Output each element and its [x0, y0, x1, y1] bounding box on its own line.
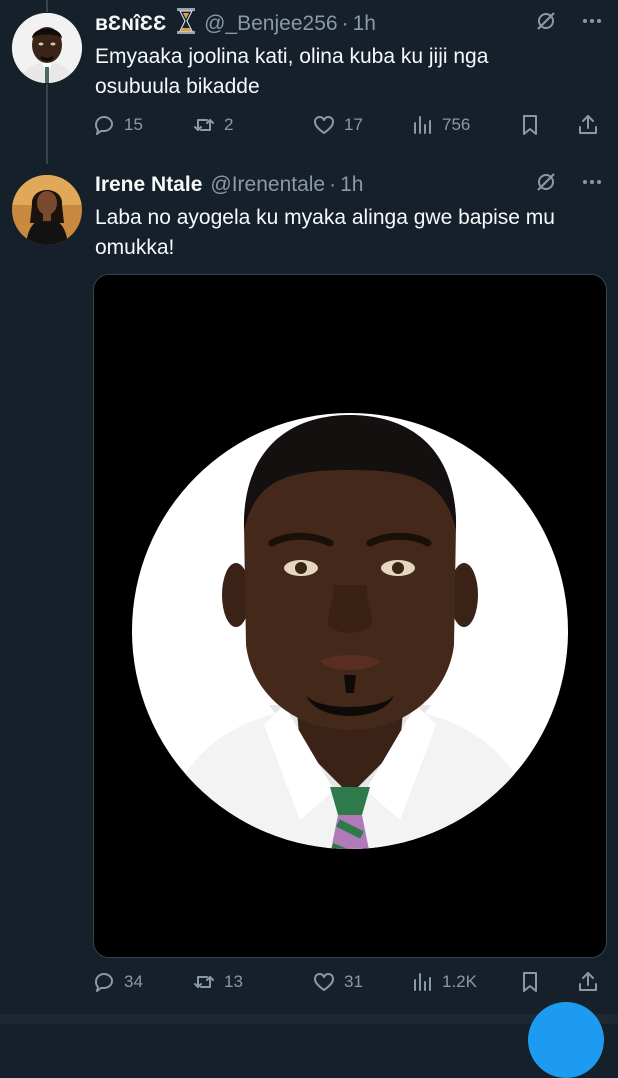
avatar[interactable]	[12, 13, 82, 83]
views-count: 1.2K	[442, 972, 477, 991]
tweet-actions: 34 13 31 1.2K	[92, 967, 604, 997]
share-icon	[579, 972, 597, 991]
reply-button[interactable]: 34	[92, 970, 192, 994]
grok-icon[interactable]	[534, 170, 558, 200]
views-button[interactable]: 1.2K	[410, 970, 518, 994]
like-icon	[314, 116, 334, 134]
reply-icon	[95, 973, 113, 992]
reply-button[interactable]: 15	[92, 113, 192, 137]
tweet-text-line: osubuula bikadde	[95, 75, 260, 98]
user-handle[interactable]: @Irenentale	[210, 173, 325, 197]
tweet-actions: 15 2 17 756	[92, 110, 604, 140]
reply-count: 34	[124, 972, 143, 991]
reply-icon	[95, 116, 113, 135]
tweet-header: Irene Ntale @Irenentale · 1h	[95, 170, 618, 200]
next-tweet-divider	[0, 1014, 618, 1024]
like-button[interactable]: 17	[312, 113, 410, 137]
like-count: 31	[344, 972, 363, 991]
tweet-text-line: Emyaaka joolina kati, olina kuba ku jiji…	[95, 45, 489, 68]
separator-dot: ·	[329, 173, 337, 196]
tweet-benjee[interactable]: ʙƐɴîƐƐ @_Benjee256 · 1h Emyaaka joolina …	[0, 0, 618, 160]
share-button[interactable]	[576, 113, 600, 137]
views-count: 756	[442, 115, 471, 134]
retweet-button[interactable]: 13	[192, 970, 312, 994]
like-button[interactable]: 31	[312, 970, 410, 994]
more-icon[interactable]	[580, 170, 604, 200]
retweet-icon	[194, 976, 214, 988]
timestamp[interactable]: 1h	[340, 173, 363, 197]
reply-count: 15	[124, 115, 143, 134]
tweet-text-line: Laba no ayogela ku myaka alinga gwe bapi…	[95, 206, 555, 229]
bookmark-button[interactable]	[518, 970, 576, 994]
retweet-icon	[194, 119, 214, 131]
separator-dot: ·	[341, 12, 349, 35]
retweet-count: 13	[224, 972, 243, 991]
share-button[interactable]	[576, 970, 600, 994]
user-handle[interactable]: @_Benjee256	[204, 12, 337, 36]
grok-icon[interactable]	[534, 9, 558, 39]
timestamp[interactable]: 1h	[353, 12, 376, 36]
like-count: 17	[344, 115, 363, 134]
hourglass-icon	[176, 8, 196, 40]
portrait-photo	[94, 275, 606, 957]
retweet-button[interactable]: 2	[192, 113, 312, 137]
retweet-count: 2	[224, 115, 234, 134]
bookmark-button[interactable]	[518, 113, 576, 137]
tweet-text-line: omukka!	[95, 236, 175, 259]
tweet-media-image[interactable]	[93, 274, 607, 958]
tweet-header: ʙƐɴîƐƐ @_Benjee256 · 1h	[95, 8, 618, 40]
display-name[interactable]: ʙƐɴîƐƐ	[95, 12, 166, 36]
display-name[interactable]: Irene Ntale	[95, 173, 202, 197]
bookmark-icon	[523, 115, 537, 135]
tweet-text: Emyaaka joolina kati, olina kuba ku jiji…	[95, 42, 598, 102]
tweet-text: Laba no ayogela ku myaka alinga gwe bapi…	[95, 203, 598, 263]
views-icon	[414, 973, 431, 991]
avatar[interactable]	[12, 175, 82, 245]
like-icon	[314, 973, 334, 991]
more-icon[interactable]	[580, 9, 604, 39]
share-icon	[579, 115, 597, 134]
views-icon	[414, 116, 431, 134]
bookmark-icon	[523, 972, 537, 992]
compose-button[interactable]	[528, 1002, 604, 1078]
views-button[interactable]: 756	[410, 113, 518, 137]
